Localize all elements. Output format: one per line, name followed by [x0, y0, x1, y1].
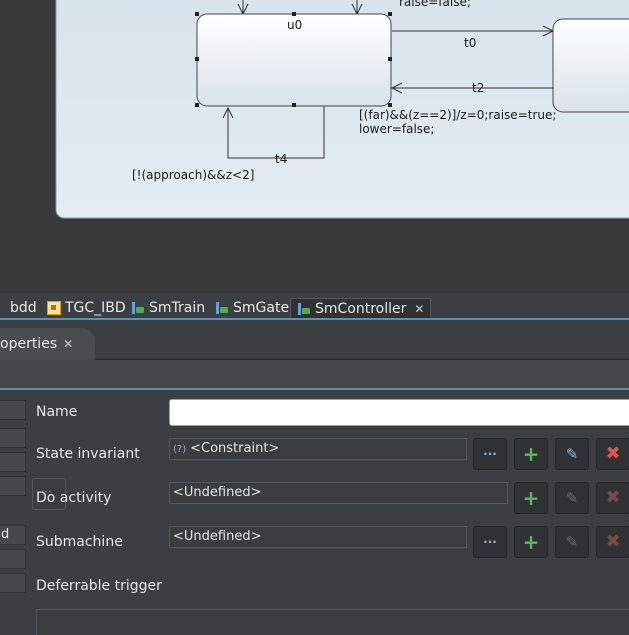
constraint-icon: (?)	[173, 444, 187, 455]
transition-t4-guard[interactable]: [!(approach)&&z<2]	[132, 168, 254, 182]
properties-title-band	[0, 360, 629, 390]
submachine-browse-button[interactable]: ···	[473, 526, 507, 558]
delete-icon: ✖	[605, 531, 621, 552]
submachine-delete-button[interactable]: ✖	[596, 526, 629, 558]
properties-panel: d Name State invariant (?) <Constraint> ·…	[0, 392, 629, 635]
do-activity-label: Do activity	[36, 490, 112, 506]
do-activity-add-button[interactable]: +	[514, 482, 548, 514]
state-machine-icon	[215, 301, 229, 315]
state-machine-canvas[interactable]: u0 t0 t2 [(far)&&(z==2)]/z=0;raise=true;…	[0, 0, 629, 293]
transition-t4-label[interactable]: t4	[275, 152, 287, 166]
side-tab[interactable]: d	[0, 525, 26, 545]
state-invariant-browse-button[interactable]: ···	[473, 438, 507, 470]
side-tab[interactable]	[0, 452, 26, 472]
tab-properties[interactable]: operties ✕	[0, 328, 95, 360]
state-machine-icon	[297, 302, 311, 316]
do-activity-delete-button[interactable]: ✖	[596, 482, 629, 514]
state-invariant-edit-button[interactable]: ✎	[555, 438, 589, 470]
ibd-icon	[47, 301, 61, 315]
top-effect-label[interactable]: raise=false;	[399, 0, 471, 9]
transition-t2-label[interactable]: t2	[472, 81, 484, 95]
side-tab[interactable]	[0, 573, 26, 593]
transition-t2-guard-line1[interactable]: [(far)&&(z==2)]/z=0;raise=true;	[359, 108, 556, 122]
pencil-icon: ✎	[565, 488, 579, 507]
pencil-icon: ✎	[565, 444, 579, 463]
tab-tgc-ibd-label: TGC_IBD	[65, 300, 126, 316]
editor-tab-bar: bdd TGC_IBD SmTrain SmGate SmController …	[0, 296, 629, 320]
side-tab[interactable]	[0, 476, 26, 496]
submachine-value: <Undefined>	[173, 529, 262, 544]
state-u0-name: u0	[287, 18, 302, 32]
close-icon[interactable]: ✕	[63, 337, 73, 351]
delete-icon: ✖	[605, 443, 621, 464]
plus-icon: +	[522, 486, 540, 510]
side-tab[interactable]	[0, 549, 26, 569]
tab-smgate-label: SmGate	[233, 300, 290, 316]
plus-icon: +	[522, 530, 540, 554]
state-machine-icon	[131, 301, 145, 315]
state-invariant-field[interactable]: (?) <Constraint>	[169, 438, 467, 460]
submachine-field[interactable]: <Undefined>	[169, 526, 467, 548]
do-activity-edit-button[interactable]: ✎	[555, 482, 589, 514]
close-icon[interactable]: ✕	[414, 302, 424, 316]
dots-icon: ···	[483, 447, 497, 461]
dots-icon: ···	[483, 535, 497, 549]
state-invariant-delete-button[interactable]: ✖	[596, 438, 629, 470]
tab-smcontroller[interactable]: SmController ✕	[290, 298, 432, 318]
transition-t0-label[interactable]: t0	[464, 36, 476, 50]
side-tab[interactable]	[0, 400, 26, 420]
state-invariant-label: State invariant	[36, 446, 140, 462]
pencil-icon: ✎	[565, 532, 579, 551]
state-invariant-value: <Constraint>	[190, 441, 280, 456]
tab-properties-label: operties	[0, 336, 58, 352]
tab-bdd-label: bdd	[10, 300, 37, 316]
diagram-area[interactable]: u0 t0 t2 [(far)&&(z==2)]/z=0;raise=true;…	[0, 0, 629, 293]
tab-smtrain[interactable]: SmTrain	[131, 298, 205, 318]
bdd-icon	[0, 301, 6, 315]
side-tab[interactable]	[0, 428, 26, 448]
tab-smtrain-label: SmTrain	[149, 300, 206, 316]
tab-bdd[interactable]: bdd	[0, 298, 37, 318]
submachine-edit-button[interactable]: ✎	[555, 526, 589, 558]
deferrable-trigger-list[interactable]	[36, 609, 629, 635]
state-invariant-add-button[interactable]: +	[514, 438, 548, 470]
delete-icon: ✖	[605, 487, 621, 508]
do-activity-value: <Undefined>	[173, 485, 262, 500]
tab-tgc-ibd[interactable]: TGC_IBD	[47, 298, 126, 318]
submachine-label: Submachine	[36, 534, 123, 550]
deferrable-trigger-label: Deferrable trigger	[36, 578, 162, 594]
name-label: Name	[36, 404, 78, 420]
state-right[interactable]	[552, 18, 629, 113]
view-tab-bar: operties ✕	[0, 322, 629, 360]
tab-smcontroller-label: SmController	[315, 300, 407, 317]
tab-smgate[interactable]: SmGate	[215, 298, 289, 318]
properties-side-tabs: d	[0, 392, 26, 635]
do-activity-field[interactable]: <Undefined>	[169, 482, 508, 504]
name-field[interactable]	[169, 399, 629, 426]
plus-icon: +	[522, 442, 540, 466]
transition-t2-guard-line2[interactable]: lower=false;	[359, 122, 434, 136]
submachine-add-button[interactable]: +	[514, 526, 548, 558]
